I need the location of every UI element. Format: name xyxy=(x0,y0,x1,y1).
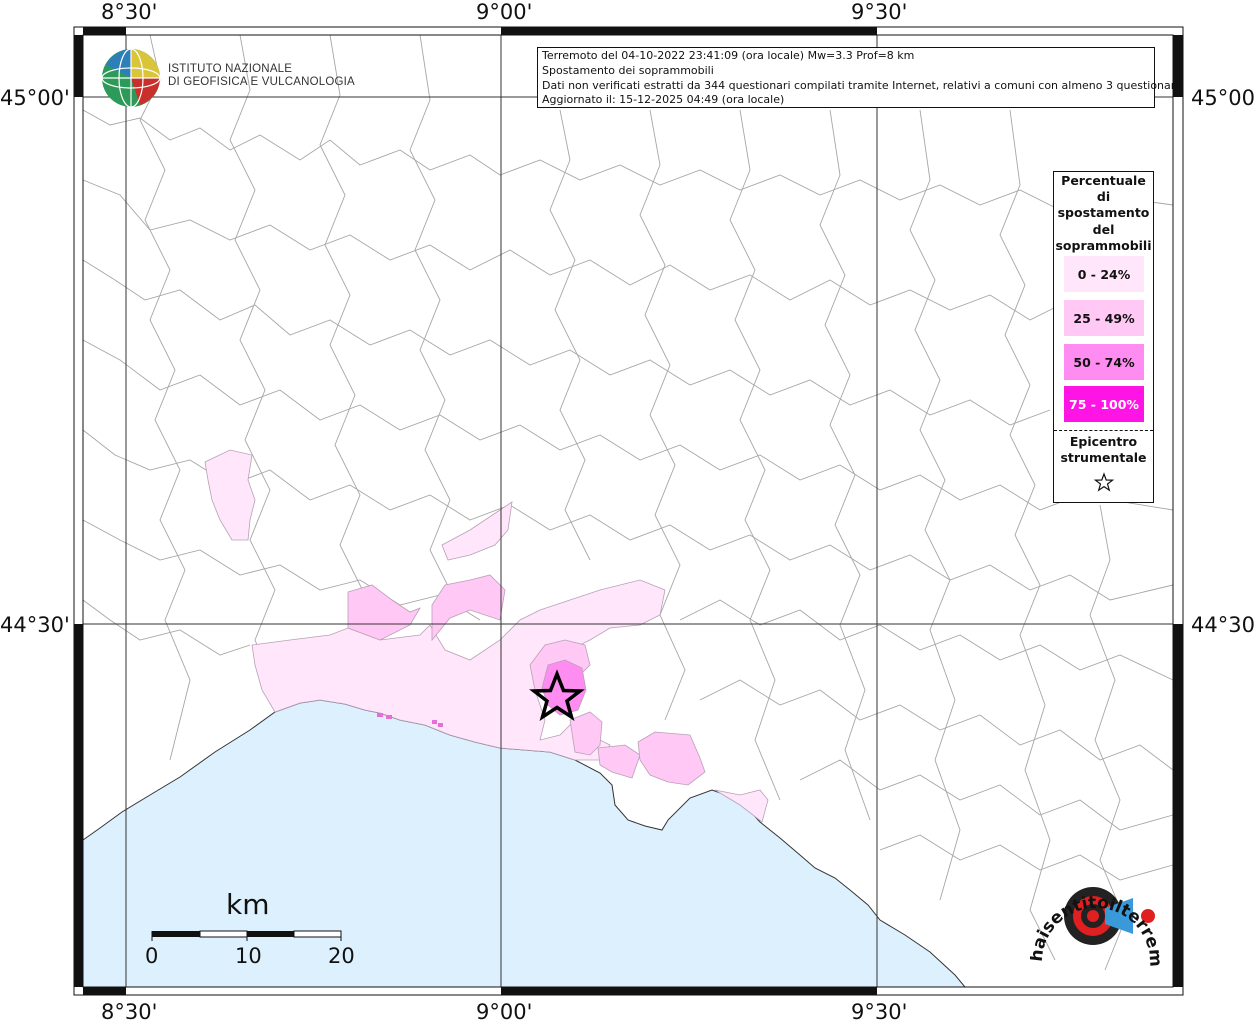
scale-bar-title: km xyxy=(226,888,270,921)
axis-right-label-1: 45°00' xyxy=(1191,86,1256,110)
legend-epicenter-line: Epicentro xyxy=(1069,434,1138,449)
legend-class-75-100: 75 - 100% xyxy=(1064,386,1144,422)
legend: Percentuale di spostamento del soprammob… xyxy=(1053,171,1154,503)
svg-text:haisentitoilterremoto.it - www: haisentitoilterremoto.it - www xyxy=(1030,850,1165,967)
watermark-text: haisentitoilterremoto.it - www xyxy=(1030,850,1165,967)
axis-top-label-3: 9°30' xyxy=(851,0,908,24)
update-time: Aggiornato il: 15-12-2025 04:49 (ora loc… xyxy=(542,93,785,107)
map-subject: Spostamento dei soprammobili xyxy=(542,63,714,77)
legend-title-line: Percentuale xyxy=(1061,173,1146,188)
legend-title-line: del xyxy=(1092,221,1115,237)
axis-left-label-2: 44°30' xyxy=(0,613,70,637)
axis-top-label-1: 8°30' xyxy=(101,0,158,24)
axis-bottom-label-3: 9°30' xyxy=(851,1000,908,1024)
legend-class-25-49: 25 - 49% xyxy=(1064,300,1144,336)
axis-bottom-label-2: 9°00' xyxy=(476,1000,533,1024)
ingv-logo-line2: DI GEOFISICA E VULCANOLOGIA xyxy=(168,76,355,88)
legend-separator xyxy=(1054,430,1153,431)
legend-title: Percentuale di spostamento del soprammob… xyxy=(1054,173,1153,254)
legend-class-0-24: 0 - 24% xyxy=(1064,256,1144,292)
data-note: Dati non verificati estratti da 344 ques… xyxy=(542,78,1182,92)
axis-bottom-label-1: 8°30' xyxy=(101,1000,158,1024)
legend-epicenter: Epicentro strumentale xyxy=(1054,434,1153,498)
event-title: Terremoto del 04-10-2022 23:41:09 (ora l… xyxy=(542,49,915,62)
haisentito-watermark: haisentitoilterremoto.it - www xyxy=(1030,850,1165,967)
legend-epicenter-line: strumentale xyxy=(1060,450,1147,465)
legend-title-line: spostamento xyxy=(1057,205,1150,221)
scale-tick-10: 10 xyxy=(235,944,262,968)
legend-class-50-74: 50 - 74% xyxy=(1064,344,1144,380)
axis-left-label-1: 45°00' xyxy=(0,86,70,110)
legend-star-icon xyxy=(1093,472,1114,492)
axis-top-label-2: 9°00' xyxy=(476,0,533,24)
ingv-logo-text: ISTITUTO NAZIONALE DI GEOFISICA E VULCAN… xyxy=(168,63,355,89)
legend-title-line: soprammobili xyxy=(1055,237,1152,253)
ingv-logo-line1: ISTITUTO NAZIONALE xyxy=(168,63,293,75)
scale-tick-0: 0 xyxy=(145,944,159,968)
event-info-box: Terremoto del 04-10-2022 23:41:09 (ora l… xyxy=(537,47,1182,108)
legend-title-line: di xyxy=(1096,189,1111,205)
axis-right-label-2: 44°30' xyxy=(1191,613,1256,637)
ingv-globe-icon xyxy=(101,48,161,108)
scale-tick-20: 20 xyxy=(328,944,355,968)
